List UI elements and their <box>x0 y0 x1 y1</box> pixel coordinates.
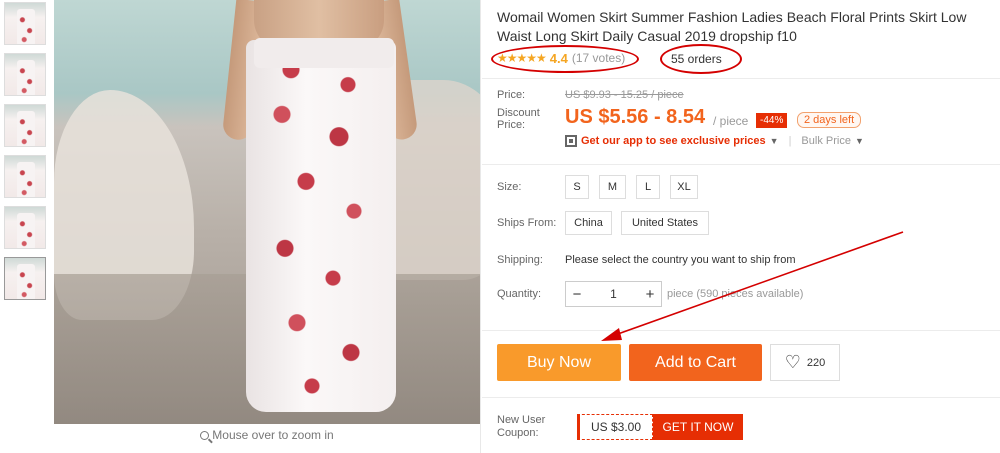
divider <box>482 164 1000 165</box>
size-option-m[interactable]: M <box>599 175 626 199</box>
quantity-minus-button[interactable]: − <box>566 286 588 303</box>
annotation-circle-orders <box>660 44 742 74</box>
zoom-hint-text: Mouse over to zoom in <box>212 428 334 442</box>
ships-from-united-states[interactable]: United States <box>621 211 709 235</box>
shipping-text: Please select the country you want to sh… <box>565 254 796 266</box>
product-title: Womail Women Skirt Summer Fashion Ladies… <box>497 9 967 44</box>
qr-code-icon <box>565 135 577 147</box>
quantity-input[interactable]: 1 <box>588 287 639 301</box>
price-label: Price: <box>497 89 526 101</box>
days-left-badge: 2 days left <box>797 112 862 128</box>
coupon-label-1: New User <box>497 414 546 426</box>
divider <box>482 78 1000 79</box>
quantity-stepper: − 1 + <box>565 281 662 307</box>
get-coupon-button[interactable]: GET IT NOW <box>653 414 743 440</box>
column-divider <box>480 0 481 453</box>
divider <box>482 330 1000 331</box>
thumbnail-image <box>17 162 35 197</box>
thumbnail[interactable] <box>4 53 46 96</box>
zoom-hint: Mouse over to zoom in <box>54 428 480 442</box>
thumbnail[interactable] <box>4 2 46 45</box>
quantity-label: Quantity: <box>497 288 542 300</box>
magnifier-icon <box>200 431 210 440</box>
ships-from-label: Ships From: <box>497 217 557 229</box>
floral-skirt <box>246 40 396 412</box>
thumbnail-image <box>17 9 35 44</box>
add-to-cart-button[interactable]: Add to Cart <box>629 344 762 381</box>
skirt-waistband <box>254 38 394 68</box>
main-product-image[interactable] <box>54 0 480 424</box>
discount-price-label-1: Discount <box>497 107 540 119</box>
thumbnail[interactable] <box>4 104 46 147</box>
chevron-down-icon: ▼ <box>854 136 864 146</box>
coupon-label-2: Coupon: <box>497 427 539 439</box>
thumbnail-active[interactable] <box>4 257 46 300</box>
quantity-plus-button[interactable]: + <box>639 286 661 303</box>
size-option-s[interactable]: S <box>565 175 589 199</box>
size-option-l[interactable]: L <box>636 175 660 199</box>
thumbnail[interactable] <box>4 155 46 198</box>
separator: | <box>788 135 792 147</box>
heart-icon: ♡ <box>784 352 801 372</box>
bulk-price-dropdown[interactable]: Bulk Price <box>801 135 851 147</box>
app-promo-link[interactable]: Get our app to see exclusive prices <box>581 135 766 147</box>
discount-price-label-2: Price: <box>497 119 526 131</box>
chevron-down-icon: ▼ <box>769 136 779 146</box>
ships-from-china[interactable]: China <box>565 211 612 235</box>
thumbnail-image <box>17 264 35 299</box>
new-user-coupon: US $3.00 GET IT NOW <box>577 414 743 440</box>
size-label: Size: <box>497 181 522 193</box>
thumbnail-image <box>17 60 35 95</box>
quantity-available: piece (590 pieces available) <box>667 288 804 300</box>
thumbnail[interactable] <box>4 206 46 249</box>
discount-badge: -44% <box>756 113 788 128</box>
wishlist-button[interactable]: ♡ 220 <box>770 344 840 381</box>
price-unit: / piece <box>713 114 749 128</box>
annotation-circle-rating <box>491 45 639 73</box>
size-option-xl[interactable]: XL <box>670 175 698 199</box>
app-promo-row: Get our app to see exclusive prices ▼ | … <box>565 135 864 147</box>
thumbnail-image <box>17 111 35 146</box>
thumbnail-image <box>17 213 35 248</box>
thumbnail-strip <box>4 2 46 308</box>
shipping-label: Shipping: <box>497 254 543 266</box>
buy-now-button[interactable]: Buy Now <box>497 344 621 381</box>
original-price: US $9.93 - 15.25 / piece <box>565 89 684 101</box>
discount-price: US $5.56 - 8.54 <box>565 106 706 128</box>
coupon-amount: US $3.00 <box>577 414 653 440</box>
wishlist-count: 220 <box>806 356 826 369</box>
divider <box>482 397 1000 398</box>
